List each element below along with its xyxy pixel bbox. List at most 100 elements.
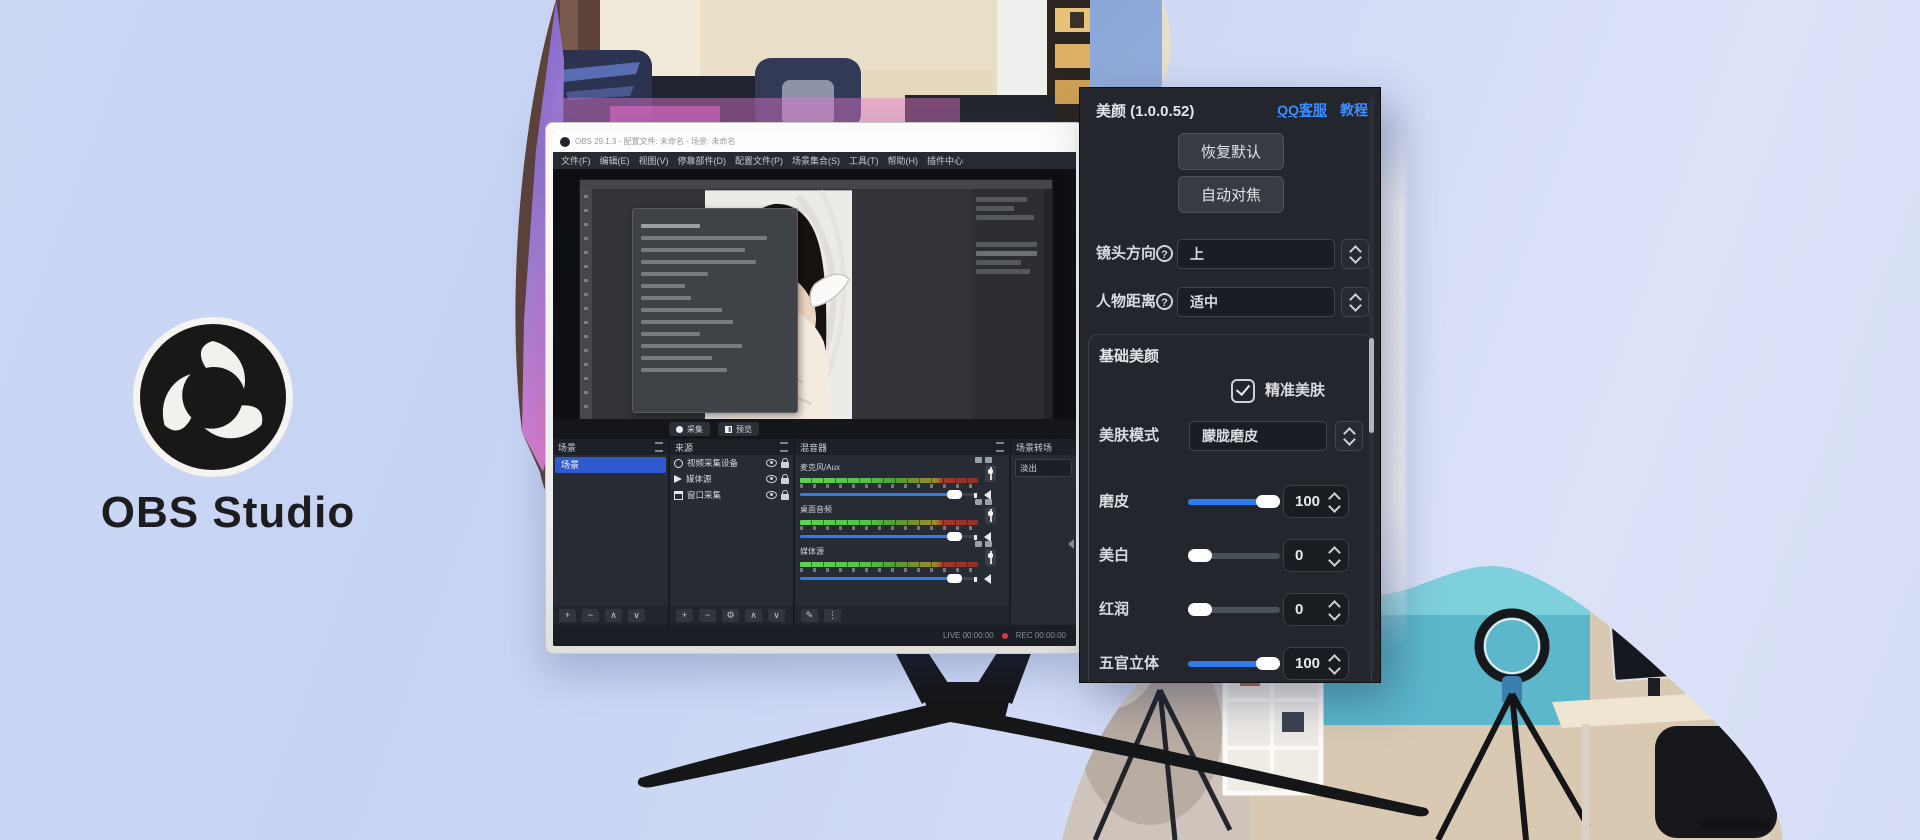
obs-menubar: 文件(F) 编辑(E) 视图(V) 停靠部件(D) 配置文件(P) 场景集合(S… [553,152,1076,169]
window-capture-icon [674,491,683,500]
mixer-channel: 桌面音频 [800,499,978,538]
slider-track[interactable] [1188,661,1280,667]
source-properties-button[interactable]: ⚙ [722,609,739,622]
fader-icon[interactable] [985,549,996,566]
panel-scrollbar[interactable] [1369,98,1374,672]
menu-item-docks[interactable]: 停靠部件(D) [678,154,727,167]
scene-up-button[interactable]: ∧ [605,609,622,622]
remove-source-button[interactable]: − [699,609,716,622]
rec-status: REC 00:00:00 [1016,631,1066,640]
scene-down-button[interactable]: ∨ [628,609,645,622]
slider-handle[interactable] [1256,657,1280,670]
transition-select[interactable]: 淡出 [1015,459,1072,477]
camera-direction-spinner[interactable] [1341,239,1369,269]
beauty-panel: 美颜 (1.0.0.52) QQ客服 教程 恢复默认 自动对焦 镜头方向 ? 上… [1080,88,1380,682]
visibility-toggle-icon[interactable] [766,491,777,499]
source-up-button[interactable]: ∧ [745,609,762,622]
panel-row [976,206,1014,211]
menu-item-help[interactable]: 帮助(H) [888,154,919,167]
spin-down-icon[interactable] [1328,608,1341,621]
menu-item-tools[interactable]: 工具(T) [849,154,879,167]
preview-tab-row: 采集 预览 [553,419,1076,439]
slider-handle[interactable] [1256,495,1280,508]
monitor-bezel: OBS 29.1.3 - 配置文件: 未命名 - 场景: 未命名 文件(F) 编… [545,122,1084,654]
menu-item-view[interactable]: 视图(V) [639,154,669,167]
source-item[interactable]: 窗口采集 [670,487,793,503]
volume-handle[interactable] [947,532,962,541]
volume-handle[interactable] [947,574,962,583]
tab-preview[interactable]: 预览 [718,422,759,436]
scrollbar-thumb[interactable] [1369,338,1374,433]
stage: OBS Studio OBS 29.1.3 - 配置文件: 未命名 - 场景: … [0,0,1920,840]
volume-handle[interactable] [947,490,962,499]
slider-track[interactable] [1188,499,1280,505]
lock-toggle-icon[interactable] [781,462,789,468]
dock-scroll-arrow-icon[interactable] [1068,539,1074,549]
qq-support-link[interactable]: QQ客服 [1277,100,1327,120]
audio-meter [800,520,978,525]
person-distance-select[interactable]: 适中 [1177,287,1335,317]
auto-focus-button[interactable]: 自动对焦 [1178,176,1284,213]
help-icon[interactable]: ? [1156,245,1173,262]
precise-skin-checkbox[interactable] [1231,379,1255,403]
help-icon[interactable]: ? [1156,293,1173,310]
menu-item-plugin-center[interactable]: 插件中心 [927,154,963,167]
value-box[interactable]: 100 [1283,485,1349,518]
volume-slider[interactable] [800,577,978,580]
dialog-row [641,272,708,276]
visibility-toggle-icon[interactable] [766,459,777,467]
panel-row [976,215,1034,220]
dock-options-icon[interactable] [996,442,1004,452]
ps-side-strip [1044,189,1052,419]
source-down-button[interactable]: ∨ [768,609,785,622]
menu-item-scene-collection[interactable]: 场景集合(S) [792,154,840,167]
person-distance-spinner[interactable] [1341,287,1369,317]
spin-down-icon[interactable] [1328,662,1341,675]
volume-slider[interactable] [800,535,978,538]
facial-3d-slider-row: 五官立体 100 [1089,647,1371,680]
tutorial-link[interactable]: 教程 [1340,100,1368,120]
volume-slider[interactable] [800,493,978,496]
slider-handle[interactable] [1188,603,1212,616]
dock-options-icon[interactable] [780,442,788,452]
add-scene-button[interactable]: + [559,609,576,622]
skin-mode-select[interactable]: 朦胧磨皮 [1189,421,1327,451]
menu-item-edit[interactable]: 编辑(E) [600,154,630,167]
visibility-toggle-icon[interactable] [766,475,777,483]
slider-track[interactable] [1188,553,1280,559]
source-item[interactable]: 视频采集设备 [670,455,793,471]
speaker-icon[interactable] [984,574,991,584]
skin-mode-spinner[interactable] [1335,421,1363,451]
camera-direction-select[interactable]: 上 [1177,239,1335,269]
source-item[interactable]: 媒体源 [670,471,793,487]
fader-icon[interactable] [985,507,996,524]
menu-item-profile[interactable]: 配置文件(P) [735,154,783,167]
scene-item[interactable]: 场景 [555,457,666,473]
live-status: LIVE 00:00:00 [943,631,994,640]
dock-options-icon[interactable] [655,442,663,452]
remove-scene-button[interactable]: − [582,609,599,622]
value-box[interactable]: 0 [1283,593,1349,626]
smoothing-slider-row: 磨皮 100 [1089,485,1371,518]
lock-toggle-icon[interactable] [781,478,789,484]
fader-icon[interactable] [985,465,996,482]
restore-default-button[interactable]: 恢复默认 [1178,133,1284,170]
mixer-edit-button[interactable]: ✎ [801,609,818,622]
add-source-button[interactable]: + [676,609,693,622]
value-box[interactable]: 0 [1283,539,1349,572]
menu-item-file[interactable]: 文件(F) [561,154,591,167]
panel-row-selected [976,251,1037,256]
video-capture-icon [674,459,683,468]
lock-toggle-icon[interactable] [781,494,789,500]
tab-capture[interactable]: 采集 [669,422,710,436]
slider-handle[interactable] [1188,549,1212,562]
value-box[interactable]: 100 [1283,647,1349,680]
spin-down-icon[interactable] [1328,554,1341,567]
sources-toolbar: + − ⚙ ∧ ∨ [670,605,793,625]
photoshop-capture [579,179,1053,419]
scenes-toolbar: + − ∧ ∨ [553,605,668,625]
mixer-more-button[interactable]: ⋮ [824,609,841,622]
slider-track[interactable] [1188,607,1280,613]
spin-down-icon[interactable] [1328,500,1341,513]
skin-mode-row: 美肤模式 朦胧磨皮 [1089,421,1371,451]
